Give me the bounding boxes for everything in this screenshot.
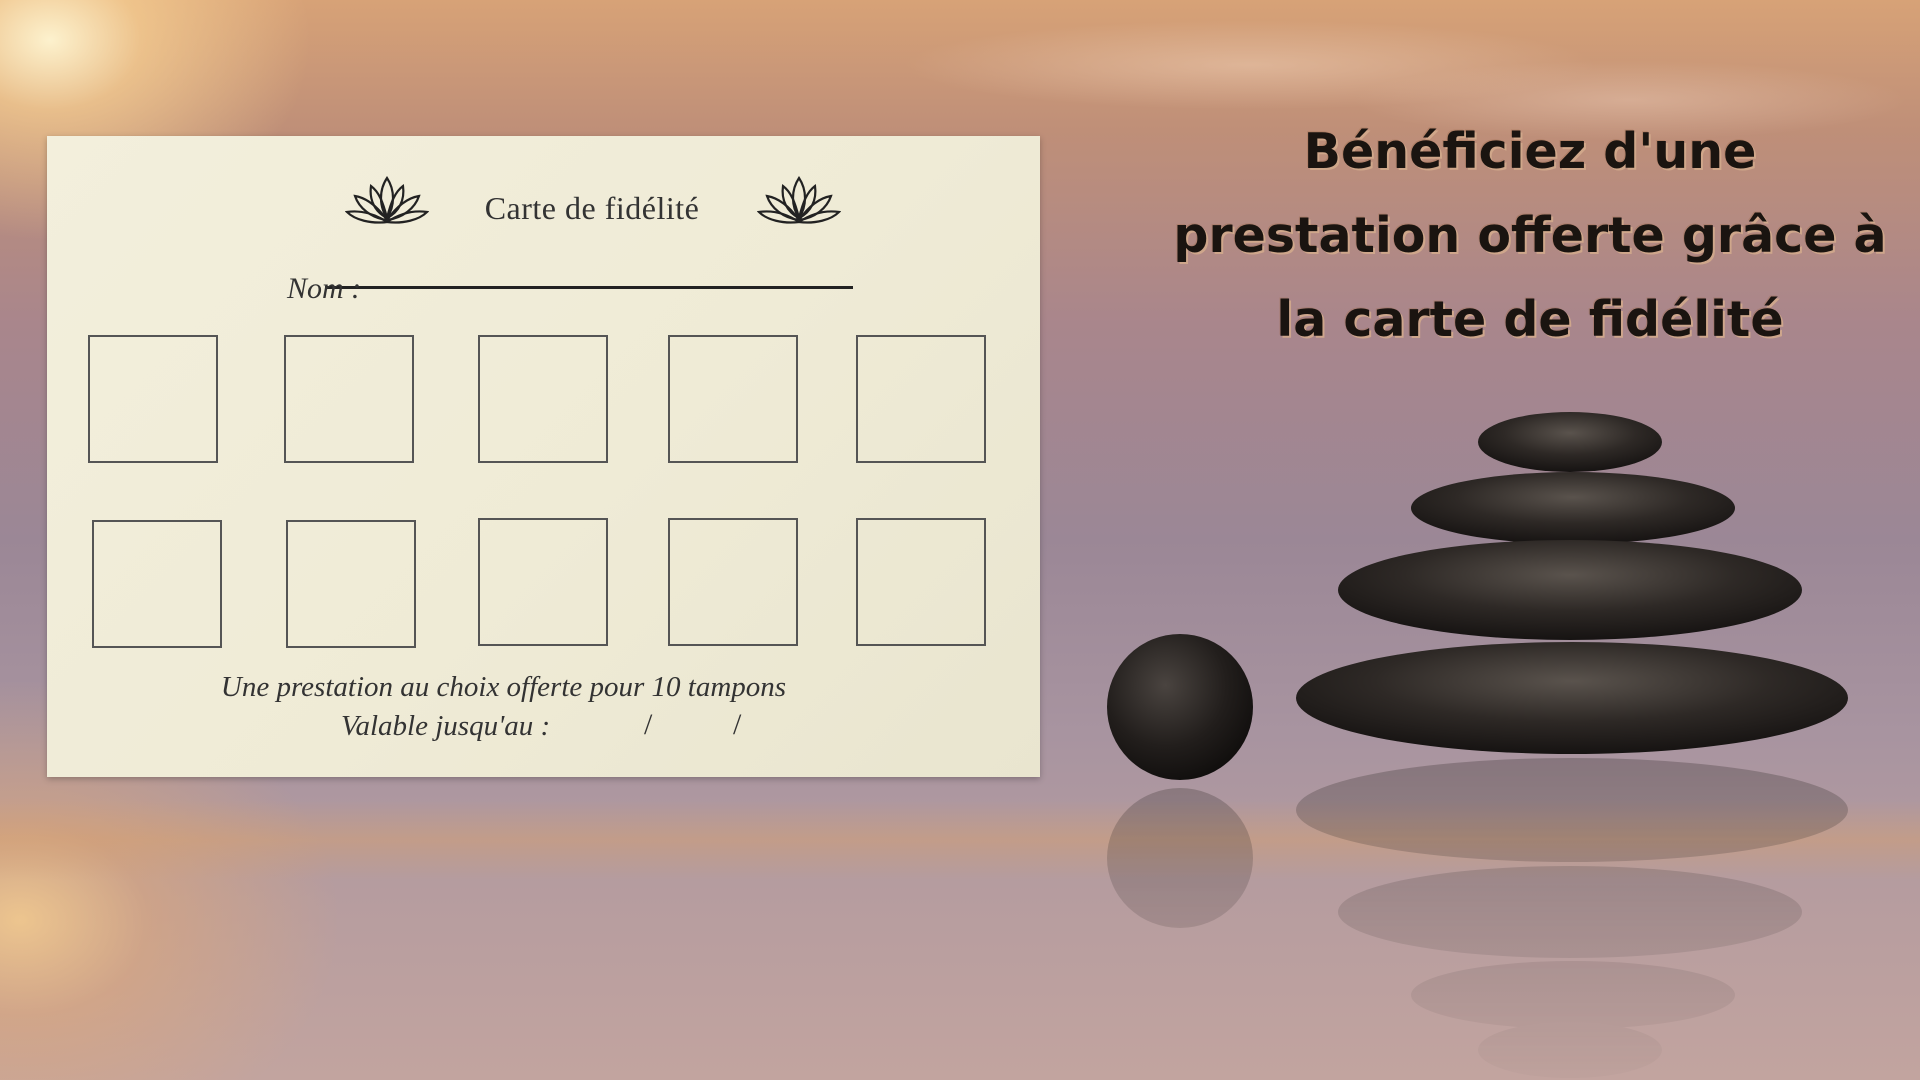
stone-top [1478,412,1662,472]
stamp-box [88,335,218,463]
date-separator: / [733,708,742,741]
headline-line: la carte de fidélité [1276,291,1784,348]
offer-text: Une prestation au choix offerte pour 10 … [220,671,787,703]
headline-line: Bénéficiez d'une [1303,123,1757,180]
stamp-box [668,518,798,646]
stamp-box [856,518,986,646]
stamp-box [286,520,416,648]
lotus-icon [345,176,429,224]
stone-second [1411,472,1735,544]
lotus-icon [757,176,841,224]
card-header: Carte de fidélité [297,172,853,289]
stamp-box [478,518,608,646]
stamp-grid [88,335,1032,659]
stone-ball [1107,634,1253,780]
stamp-box [668,335,798,463]
title-underline [325,286,853,289]
headline-line: prestation offerte grâce à [1173,207,1887,264]
date-separator: / [644,708,653,741]
stone-third [1338,540,1802,640]
card-title: Carte de fidélité [484,190,700,226]
stamp-box [478,335,608,463]
stone-bottom [1296,642,1848,754]
headline: Bénéficiez d'une prestation offerte grâc… [1160,110,1900,362]
loyalty-card: Carte de fidélité Nom : Une prestation a… [47,136,1040,777]
stamp-box [92,520,222,648]
name-label: Nom : [287,272,362,305]
stamp-box [284,335,414,463]
validity-label: Valable jusqu'au : [341,710,551,742]
stamp-box [856,335,986,463]
zen-stones-image [1107,412,1848,1078]
